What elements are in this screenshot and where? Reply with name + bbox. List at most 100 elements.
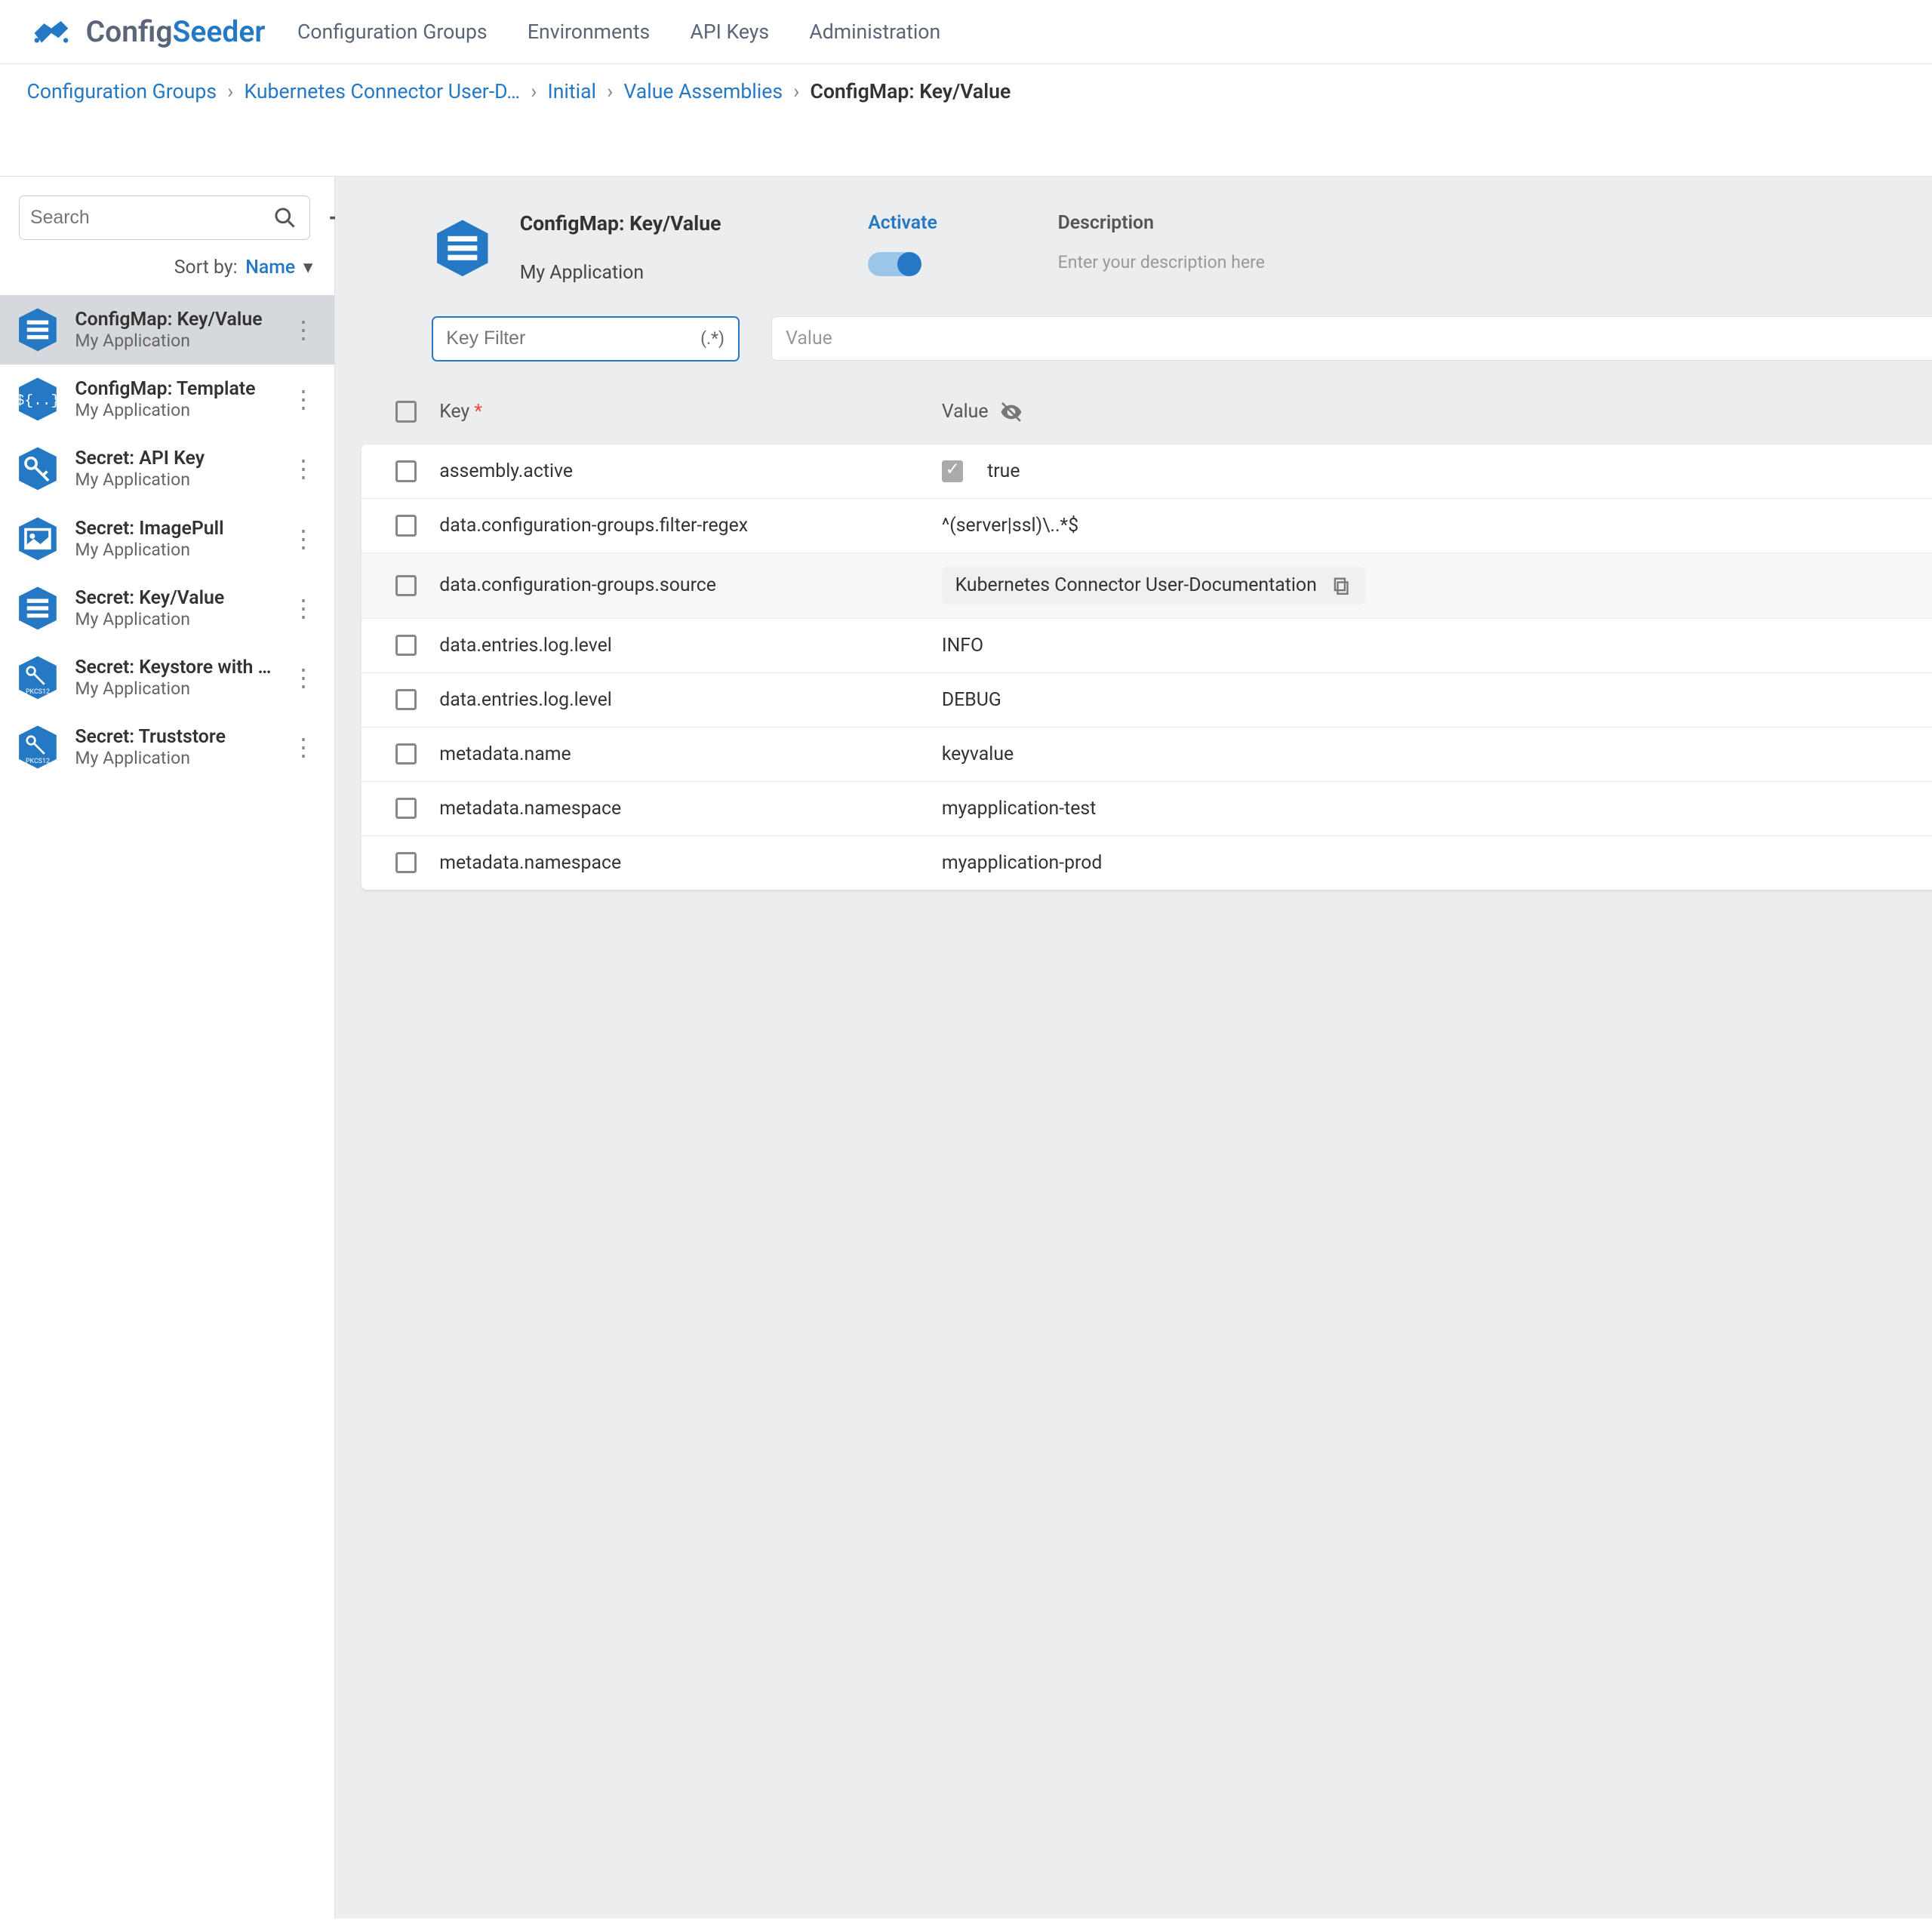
value-filter[interactable]: Value <box>771 316 1932 361</box>
more-icon[interactable]: ⋮ <box>286 454 321 483</box>
regex-hint: (.*) <box>700 328 724 349</box>
activate-toggle[interactable] <box>868 252 918 276</box>
visibility-off-icon[interactable] <box>999 400 1023 424</box>
cell-value: true <box>987 460 1020 482</box>
page-subtitle: My Application <box>520 262 828 284</box>
description-input[interactable]: Enter your description here <box>1058 252 1265 272</box>
cell-key: data.entries.log.level <box>439 689 942 711</box>
tabs-bar: Configurations Value Assemblies Compare … <box>0 120 1932 177</box>
assembly-type-icon: PKCS12 <box>14 723 62 771</box>
crumb-1[interactable]: Kubernetes Connector User-D… <box>244 80 520 103</box>
sidebar-item[interactable]: PKCS12 Secret: Keystore with …My Applicat… <box>0 643 334 712</box>
sidebar-item-title: Secret: API Key <box>75 448 272 469</box>
table-row: data.entries.log.levelDEBUGDEV <box>361 673 1932 728</box>
sidebar-item-title: Secret: Truststore <box>75 726 272 748</box>
row-checkbox[interactable] <box>395 689 417 710</box>
cell-value: INFO <box>942 635 983 657</box>
sidebar-item[interactable]: PKCS12 Secret: TruststoreMy Application ⋮ <box>0 712 334 782</box>
sidebar-item-sub: My Application <box>75 469 272 490</box>
more-icon[interactable]: ⋮ <box>286 733 321 761</box>
sidebar-item[interactable]: Secret: Key/ValueMy Application ⋮ <box>0 574 334 643</box>
crumb-2[interactable]: Initial <box>548 80 597 103</box>
table-row: data.configuration-groups.source Kubernet… <box>361 553 1932 619</box>
crumb-3[interactable]: Value Assemblies <box>623 80 783 103</box>
nav-environments[interactable]: Environments <box>528 20 650 44</box>
cell-key: metadata.namespace <box>439 798 942 820</box>
nav-administration[interactable]: Administration <box>809 20 940 44</box>
cell-key: metadata.namespace <box>439 852 942 874</box>
sidebar-item[interactable]: Secret: ImagePullMy Application ⋮ <box>0 503 334 573</box>
sidebar-item[interactable]: ${..}ConfigMap: TemplateMy Application⋮ <box>0 365 334 434</box>
sidebar-item-sub: My Application <box>75 609 272 629</box>
cell-value: keyvalue <box>942 743 1014 765</box>
more-icon[interactable]: ⋮ <box>286 663 321 692</box>
crumb-current: ConfigMap: Key/Value <box>810 80 1011 103</box>
more-icon[interactable]: ⋮ <box>286 525 321 553</box>
cell-key: assembly.active <box>439 460 942 482</box>
key-filter[interactable]: (.*) <box>432 316 740 361</box>
search-box[interactable] <box>19 195 310 240</box>
cell-value: ^(server|ssl)\..*$ <box>942 515 1078 537</box>
svg-text:PKCS12: PKCS12 <box>26 758 50 766</box>
assembly-type-icon <box>14 515 62 563</box>
row-checkbox[interactable] <box>395 515 417 536</box>
sort-label: Sort by: <box>174 257 238 278</box>
value-checkbox <box>942 460 963 481</box>
row-checkbox[interactable] <box>395 743 417 765</box>
key-filter-input[interactable] <box>446 328 700 349</box>
row-checkbox[interactable] <box>395 460 417 481</box>
search-input[interactable] <box>30 208 272 229</box>
crumb-0[interactable]: Configuration Groups <box>27 80 217 103</box>
chevron-down-icon: ▾ <box>303 256 312 278</box>
sidebar-item-title: ConfigMap: Key/Value <box>75 309 272 331</box>
more-icon[interactable]: ⋮ <box>286 315 321 344</box>
cell-key: data.configuration-groups.source <box>439 574 942 596</box>
row-checkbox[interactable] <box>395 635 417 656</box>
page-title: ConfigMap: Key/Value <box>520 212 828 235</box>
sidebar-item-sub: My Application <box>75 540 272 560</box>
table-row: data.configuration-groups.filter-regex^(… <box>361 499 1932 553</box>
sidebar-item-sub: My Application <box>75 678 272 699</box>
svg-text:PKCS12: PKCS12 <box>26 688 50 696</box>
main-nav: Configuration Groups Environments API Ke… <box>297 20 940 44</box>
app-header: ConfigSeeder Configuration Groups Enviro… <box>0 0 1932 64</box>
copy-icon[interactable] <box>1331 575 1352 596</box>
table-row: metadata.namespacemyapplication-testTEST <box>361 782 1932 836</box>
logo-text-1: Config <box>86 14 173 49</box>
nav-config-groups[interactable]: Configuration Groups <box>297 20 488 44</box>
description-label: Description <box>1058 212 1265 234</box>
sidebar-item-sub: My Application <box>75 748 272 768</box>
sidebar-item-title: Secret: Keystore with … <box>75 657 272 678</box>
row-checkbox[interactable] <box>395 852 417 873</box>
cell-value: myapplication-prod <box>942 852 1103 874</box>
sort-value: Name <box>245 257 295 278</box>
nav-api-keys[interactable]: API Keys <box>691 20 770 44</box>
svg-text:${..}: ${..} <box>15 392 60 409</box>
table-row: metadata.namespacemyapplication-prodPROD <box>361 836 1932 890</box>
assembly-icon <box>432 217 494 279</box>
row-checkbox[interactable] <box>395 575 417 596</box>
cell-key: metadata.name <box>439 743 942 765</box>
sidebar-item[interactable]: Secret: API KeyMy Application ⋮ <box>0 434 334 503</box>
assembly-type-icon <box>14 306 62 354</box>
sidebar-item-title: Secret: Key/Value <box>75 587 272 609</box>
select-all-checkbox[interactable] <box>395 401 417 422</box>
more-icon[interactable]: ⋮ <box>286 594 321 623</box>
breadcrumb: Configuration Groups› Kubernetes Connect… <box>0 64 1932 120</box>
logo[interactable]: ConfigSeeder <box>27 14 266 49</box>
cell-value: Kubernetes Connector User-Documentation <box>955 574 1317 596</box>
cell-value: DEBUG <box>942 689 1001 711</box>
col-value: Value <box>942 401 989 423</box>
cell-key: data.configuration-groups.filter-regex <box>439 515 942 537</box>
search-icon <box>272 205 299 232</box>
sort-control[interactable]: Sort by: Name ▾ <box>0 248 334 295</box>
row-checkbox[interactable] <box>395 798 417 819</box>
logo-text-2: Seeder <box>173 14 266 49</box>
table-row: assembly.active true <box>361 445 1932 499</box>
logo-icon <box>27 16 75 48</box>
table-row: metadata.namekeyvalue <box>361 728 1932 782</box>
more-icon[interactable]: ⋮ <box>286 385 321 414</box>
sidebar-item-title: Secret: ImagePull <box>75 518 272 540</box>
sidebar-item[interactable]: ConfigMap: Key/ValueMy Application ⋮ <box>0 295 334 365</box>
sidebar-item-sub: My Application <box>75 331 272 351</box>
